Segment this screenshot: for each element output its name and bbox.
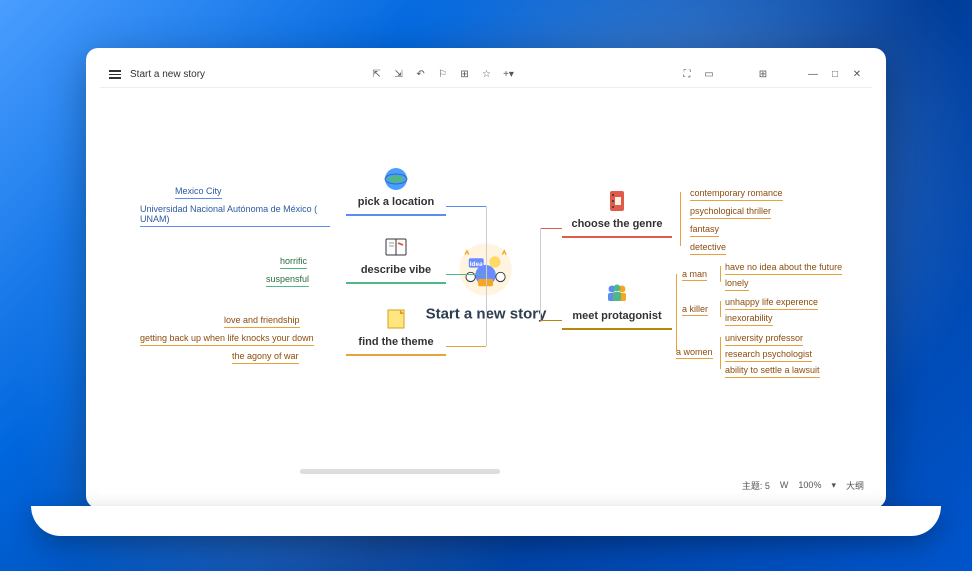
laptop-base [31,506,941,536]
leaf-women-1[interactable]: research psychologist [725,347,812,362]
leaf-man-0[interactable]: have no idea about the future [725,260,842,275]
pointer-icon[interactable]: ⇱ [370,68,384,82]
notebook-icon [604,188,630,214]
app-window: Start a new story ⇱ ⇲ ↶ ⚐ ⊞ ☆ +▾ ⛶ ▭ [100,62,872,494]
star-icon[interactable]: ☆ [480,68,494,82]
connector [540,320,562,321]
stem-location-label: pick a location [358,196,434,208]
leaf-women-2[interactable]: ability to settle a lawsuit [725,363,820,378]
connector [446,346,486,347]
fullscreen-icon[interactable]: ⛶ [680,68,694,82]
toolbar-right-1: ⛶ ▭ [680,68,716,82]
connector [446,274,486,275]
stem-theme[interactable]: find the theme [346,306,446,356]
close-icon[interactable]: ✕ [850,68,864,82]
chevron-down-icon[interactable]: ▾ [831,480,836,491]
connector [680,192,681,246]
leaf-location-0[interactable]: Mexico City [175,184,222,199]
document-title: Start a new story [130,69,205,80]
stem-genre[interactable]: choose the genre [562,188,672,238]
stem-vibe[interactable]: describe vibe [346,234,446,284]
maximize-icon[interactable]: □ [828,68,842,82]
mindmap-canvas[interactable]: Idea Start a new story [100,88,872,476]
leaf-women-0[interactable]: university professor [725,331,803,346]
topic-count: 主题: 5 [742,479,770,492]
connector [720,266,721,282]
undo-icon[interactable]: ↶ [414,68,428,82]
sub-killer[interactable]: a killer [682,303,708,316]
toolbar-center: ⇱ ⇲ ↶ ⚐ ⊞ ☆ +▾ [370,68,516,82]
toolbar-right-2: ⊞ [756,68,770,82]
book-icon [383,234,409,260]
stem-vibe-label: describe vibe [361,264,431,276]
leaf-location-1[interactable]: Universidad Nacional Autónoma de México … [140,202,330,227]
leaf-genre-1[interactable]: psychological thriller [690,204,771,219]
leaf-vibe-0[interactable]: horrific [280,254,307,269]
connector [486,206,487,284]
layout-icon[interactable]: ⊞ [756,68,770,82]
connector [486,284,487,346]
leaf-theme-1[interactable]: getting back up when life knocks your do… [140,331,314,346]
note-icon [383,306,409,332]
titlebar: Start a new story ⇱ ⇲ ↶ ⚐ ⊞ ☆ +▾ ⛶ ▭ [100,62,872,88]
leaf-genre-0[interactable]: contemporary romance [690,186,783,201]
status-bar: 主题: 5 W 100% ▾ 大纲 [734,476,872,494]
menu-icon[interactable] [108,68,122,82]
stem-genre-label: choose the genre [571,218,662,230]
connector [720,337,721,369]
stem-protagonist[interactable]: meet protagonist [562,280,672,330]
word-icon[interactable]: W [780,480,789,490]
stem-protagonist-label: meet protagonist [572,310,661,322]
connector [540,228,541,320]
screen-bezel: Start a new story ⇱ ⇲ ↶ ⚐ ⊞ ☆ +▾ ⛶ ▭ [86,48,886,508]
leaf-genre-3[interactable]: detective [690,240,726,255]
leaf-killer-0[interactable]: unhappy life experence [725,295,818,310]
laptop-frame: Start a new story ⇱ ⇲ ↶ ⚐ ⊞ ☆ +▾ ⛶ ▭ [31,48,941,536]
horizontal-scrollbar[interactable] [300,469,500,474]
add-icon[interactable]: +▾ [502,68,516,82]
sub-women[interactable]: a women [676,346,713,359]
connector [540,228,562,229]
globe-icon [383,166,409,192]
present-icon[interactable]: ▭ [702,68,716,82]
share-icon[interactable]: ⇲ [392,68,406,82]
minimize-icon[interactable]: — [806,68,820,82]
people-icon [604,280,630,306]
connector [446,206,486,207]
leaf-man-1[interactable]: lonely [725,276,749,291]
leaf-theme-0[interactable]: love and friendship [224,313,300,328]
stem-theme-label: find the theme [358,336,433,348]
window-controls: — □ ✕ [806,68,864,82]
redo-icon[interactable]: ⚐ [436,68,450,82]
connector [676,274,677,352]
leaf-killer-1[interactable]: inexorability [725,311,773,326]
leaf-theme-2[interactable]: the agony of war [232,349,299,364]
leaf-genre-2[interactable]: fantasy [690,222,719,237]
leaf-vibe-1[interactable]: suspensful [266,272,309,287]
connector [720,301,721,317]
zoom-level[interactable]: 100% [798,480,821,490]
stem-location[interactable]: pick a location [346,166,446,216]
outline-label[interactable]: 大纲 [846,479,864,492]
tag-icon[interactable]: ⊞ [458,68,472,82]
sub-man[interactable]: a man [682,268,707,281]
